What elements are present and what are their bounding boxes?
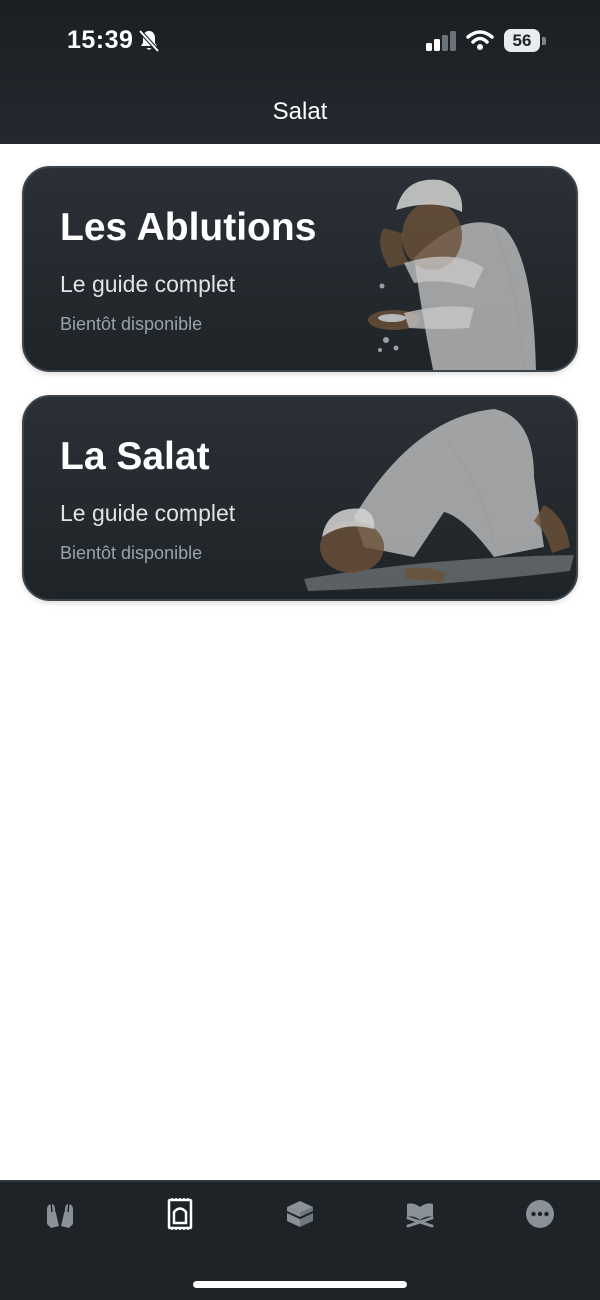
page-title: Salat — [272, 98, 328, 125]
battery-cap — [542, 37, 546, 45]
status-time: 15:39 — [67, 26, 134, 54]
card-title: Les Ablutions — [60, 206, 317, 249]
tab-quran[interactable] — [390, 1194, 450, 1234]
kaaba-icon — [286, 1201, 314, 1227]
home-indicator[interactable] — [193, 1281, 407, 1288]
card-status: Bientôt disponible — [60, 543, 203, 563]
card-ablutions[interactable]: Les Ablutions Le guide complet Bientôt d… — [22, 166, 578, 372]
wifi-icon — [466, 30, 494, 50]
app-header: 15:39 56 Salat — [0, 0, 600, 144]
battery-indicator: 56 — [504, 29, 540, 52]
praying-hands-icon — [47, 1200, 73, 1228]
prayer-mat-icon — [167, 1198, 193, 1230]
bell-slash-icon — [138, 29, 160, 53]
prostration-illustration — [304, 409, 574, 591]
tab-kaaba[interactable] — [270, 1194, 330, 1234]
tab-salat[interactable] — [150, 1194, 210, 1234]
ablution-illustration — [368, 179, 536, 370]
card-subtitle: Le guide complet — [60, 271, 236, 297]
quran-stand-icon — [406, 1203, 434, 1228]
more-icon — [526, 1200, 554, 1228]
card-title: La Salat — [60, 435, 210, 478]
card-status: Bientôt disponible — [60, 314, 203, 334]
tab-more[interactable] — [510, 1194, 570, 1234]
cellular-signal-icon — [426, 31, 456, 51]
tab-duas[interactable] — [30, 1194, 90, 1234]
status-bar: 15:39 56 — [0, 0, 600, 84]
card-salat[interactable]: La Salat Le guide complet Bientôt dispon… — [22, 395, 578, 601]
card-subtitle: Le guide complet — [60, 500, 236, 526]
